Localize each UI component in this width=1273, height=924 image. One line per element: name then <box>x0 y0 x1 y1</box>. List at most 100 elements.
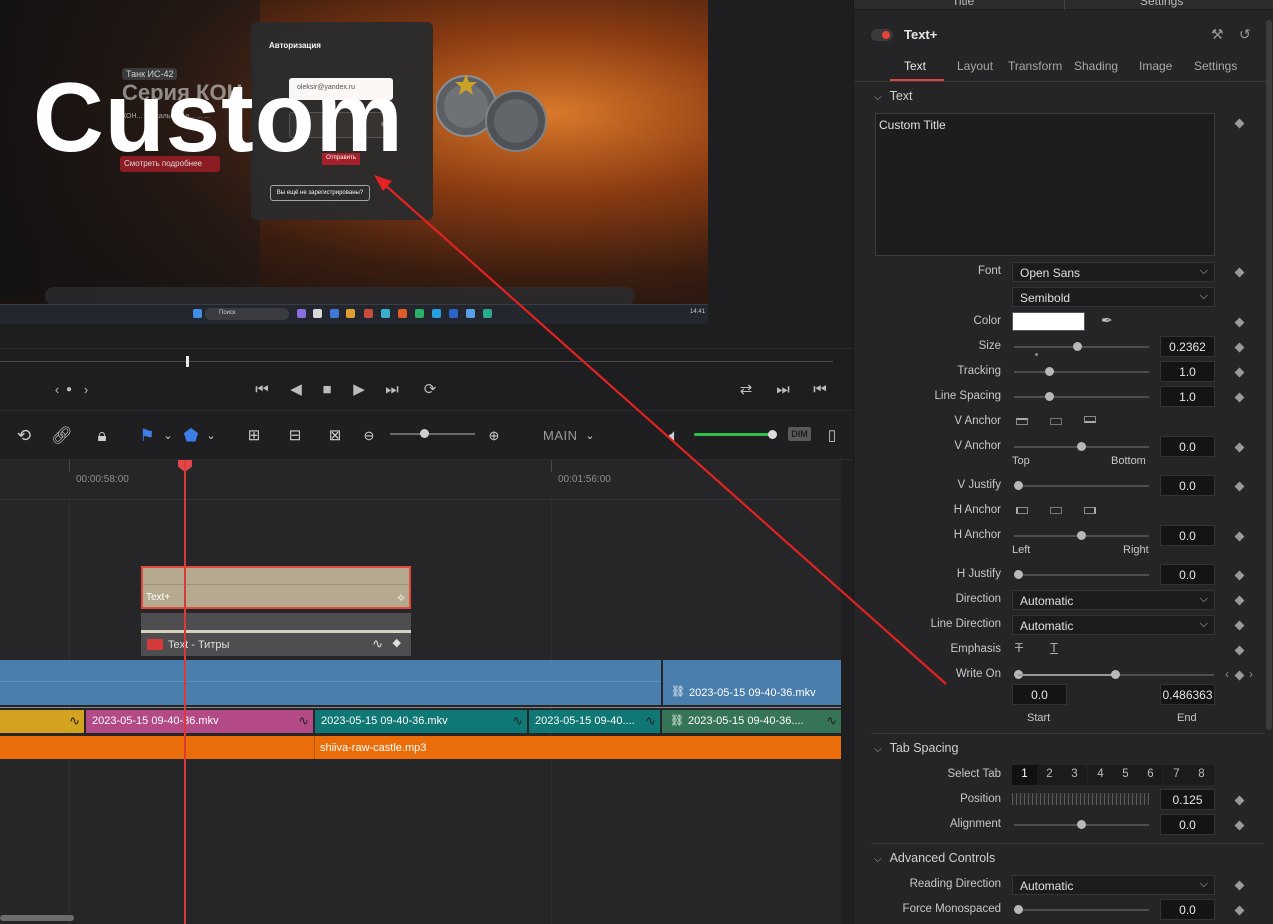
keyframe-icon[interactable] <box>1234 367 1245 378</box>
h-anchor-slider[interactable] <box>1014 531 1149 540</box>
size-input[interactable]: 0.2362 <box>1160 336 1215 357</box>
keyframe-icon[interactable] <box>1234 620 1245 631</box>
skip-to-end-icon[interactable]: ⏭ <box>380 380 404 400</box>
timeline-scrollbar[interactable] <box>0 915 74 921</box>
tab-settings[interactable]: Settings <box>1194 59 1237 73</box>
reading-direction-select[interactable]: Automatic ⌵ <box>1012 875 1215 895</box>
tab-transform[interactable]: Transform <box>1008 59 1062 73</box>
timeline-ruler[interactable]: 00:00:58:00 00:01:56:00 <box>0 460 841 500</box>
select-tab-4[interactable]: 4 <box>1088 765 1113 785</box>
keyframe-icon[interactable] <box>1234 645 1245 656</box>
keyframe-icon[interactable] <box>1234 531 1245 542</box>
select-tab-5[interactable]: 5 <box>1113 765 1138 785</box>
zoom-full-icon[interactable]: ⊞ <box>243 425 265 447</box>
scrubber-handle[interactable] <box>186 356 189 367</box>
write-on-end-input[interactable]: 0.486363 <box>1160 684 1215 705</box>
select-tab-7[interactable]: 7 <box>1164 765 1189 785</box>
h-anchor-left-button[interactable] <box>1016 507 1028 514</box>
keyframe-icon[interactable] <box>1234 317 1245 328</box>
v-justify-input[interactable]: 0.0 <box>1160 475 1215 496</box>
position-input[interactable]: 0.125 <box>1160 789 1215 810</box>
v-anchor-center-button[interactable] <box>1050 418 1062 425</box>
write-on-start-input[interactable]: 0.0 <box>1012 684 1067 705</box>
underline-icon[interactable]: T <box>1050 640 1058 655</box>
select-tab-2[interactable]: 2 <box>1037 765 1062 785</box>
keyframe-icon[interactable] <box>1234 905 1245 916</box>
zoom-detail-icon[interactable]: ⊟ <box>284 425 306 447</box>
font-select[interactable]: Open Sans ⌵ <box>1012 262 1215 282</box>
zoom-slider[interactable] <box>390 433 475 435</box>
write-on-range-slider[interactable] <box>1014 670 1214 679</box>
stop-icon[interactable]: ■ <box>315 380 339 400</box>
position-jog-wheel[interactable] <box>1012 793 1149 805</box>
timeline[interactable]: 00:00:58:00 00:01:56:00 Text+ ✧ Text - Т… <box>0 460 841 924</box>
h-justify-input[interactable]: 0.0 <box>1160 564 1215 585</box>
force-monospaced-input[interactable]: 0.0 <box>1160 899 1215 920</box>
keyframe-icon[interactable] <box>1234 880 1245 891</box>
volume-slider-handle[interactable] <box>768 430 777 439</box>
keyframe-icon[interactable] <box>1234 795 1245 806</box>
match-frame-icon[interactable]: ⇄ <box>734 380 758 400</box>
tracking-slider[interactable] <box>1014 367 1149 376</box>
next-icon[interactable]: › <box>74 380 98 400</box>
h-anchor-right-button[interactable] <box>1084 507 1096 514</box>
video-clip[interactable]: ⛓ 2023-05-15 09-40-36.mkv <box>663 660 841 705</box>
keyframe-icon[interactable] <box>1234 442 1245 453</box>
color-swatch[interactable] <box>1012 312 1085 331</box>
zoom-out-icon[interactable]: ⊖ <box>358 425 380 447</box>
h-anchor-center-button[interactable] <box>1050 507 1062 514</box>
keyframe-icon[interactable] <box>1234 392 1245 403</box>
keyframe-icon[interactable] <box>1234 118 1245 129</box>
tracking-input[interactable]: 1.0 <box>1160 361 1215 382</box>
font-style-select[interactable]: Semibold ⌵ <box>1012 287 1215 307</box>
select-tab-8[interactable]: 8 <box>1189 765 1214 785</box>
prev-edit-icon[interactable]: ⏮ <box>808 380 832 400</box>
playhead[interactable] <box>184 460 186 924</box>
keyframe-icon[interactable] <box>1234 595 1245 606</box>
strikethrough-icon[interactable]: T <box>1015 640 1023 655</box>
size-slider[interactable] <box>1014 342 1149 351</box>
section-text-header[interactable]: ⌵ Text <box>874 89 913 103</box>
flag-icon[interactable]: ⚑ <box>136 425 158 447</box>
tab-image[interactable]: Image <box>1139 59 1172 73</box>
audio-clip[interactable]: 2023-05-15 09-40.... ∿ <box>529 710 660 733</box>
magic-wand-icon[interactable]: ⚒ <box>1211 26 1224 43</box>
keyframe-icon[interactable] <box>1234 570 1245 581</box>
keyframe-icon[interactable] <box>1234 670 1245 681</box>
track-selector[interactable]: MAIN <box>543 428 578 443</box>
video-preview[interactable]: Танк ИС-42 Серия КОН КОН... уникальный д… <box>0 0 708 324</box>
link-icon[interactable]: 🔗︎ <box>51 425 73 447</box>
styled-text-input[interactable]: Custom Title <box>875 113 1215 256</box>
zoom-custom-icon[interactable]: ⊠ <box>324 425 346 447</box>
scrubber-track[interactable] <box>0 361 833 362</box>
panel-toggle-icon[interactable]: ▯ <box>821 425 843 447</box>
alignment-slider[interactable] <box>1014 820 1149 829</box>
video-clip[interactable] <box>0 660 661 705</box>
force-monospaced-slider[interactable] <box>1014 905 1149 914</box>
direction-select[interactable]: Automatic ⌵ <box>1012 590 1215 610</box>
v-justify-slider[interactable] <box>1014 481 1149 490</box>
select-tab-1[interactable]: 1 <box>1012 765 1037 785</box>
tab-text[interactable]: Text <box>904 59 926 73</box>
reset-icon[interactable]: ↺ <box>1239 26 1251 43</box>
dim-button[interactable]: DIM <box>788 427 811 441</box>
audio-clip[interactable]: ⛓ 2023-05-15 09-40-36.... ∿ <box>662 710 841 733</box>
select-tab-3[interactable]: 3 <box>1062 765 1087 785</box>
tab-shading[interactable]: Shading <box>1074 59 1118 73</box>
alignment-input[interactable]: 0.0 <box>1160 814 1215 835</box>
audio-clip[interactable]: ∿ <box>0 710 84 733</box>
line-spacing-slider[interactable] <box>1014 392 1149 401</box>
line-direction-select[interactable]: Automatic ⌵ <box>1012 615 1215 635</box>
zoom-in-icon[interactable]: ⊕ <box>483 425 505 447</box>
loop-icon[interactable]: ⟳ <box>418 380 442 400</box>
chevron-down-icon[interactable]: ⌄ <box>157 425 179 447</box>
next-keyframe-icon[interactable]: › <box>1249 667 1253 681</box>
marker-icon[interactable]: ⬟ <box>180 425 202 447</box>
tab-settings[interactable]: Settings <box>1140 0 1183 8</box>
audio-clip[interactable]: 2023-05-15 09-40-36.mkv ∿ <box>86 710 313 733</box>
v-anchor-input[interactable]: 0.0 <box>1160 436 1215 457</box>
volume-slider[interactable] <box>694 433 774 436</box>
prev-keyframe-icon[interactable]: ‹ <box>1225 667 1229 681</box>
eyedropper-icon[interactable]: ✒ <box>1101 312 1113 329</box>
tab-layout[interactable]: Layout <box>957 59 993 73</box>
